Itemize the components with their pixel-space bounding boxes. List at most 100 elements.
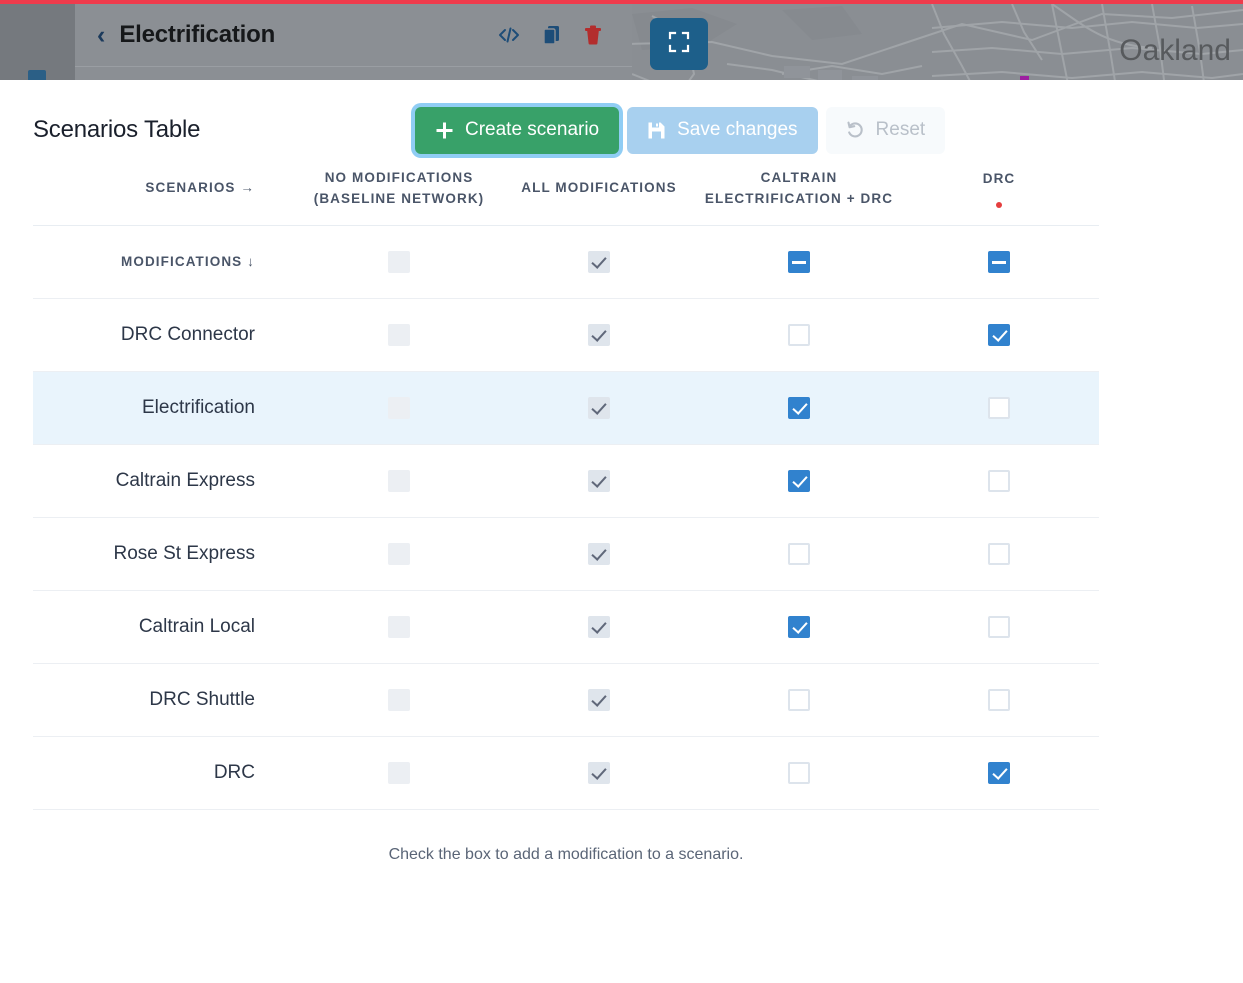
cell-r1-col3[interactable] xyxy=(899,372,1099,445)
cell-group-header-col3[interactable] xyxy=(899,226,1099,299)
save-changes-label: Save changes xyxy=(677,119,797,141)
checkbox-indeterminate[interactable] xyxy=(788,251,810,273)
checkbox-disabled-checked xyxy=(588,470,610,492)
row-label: Caltrain Express xyxy=(33,445,299,518)
checkbox-disabled-checked xyxy=(588,689,610,711)
table-row[interactable]: DRC Connector xyxy=(33,299,1099,372)
plus-icon xyxy=(435,121,454,140)
checkbox-empty[interactable] xyxy=(788,543,810,565)
reset-label: Reset xyxy=(876,119,926,141)
row-label: DRC Shuttle xyxy=(33,664,299,737)
checkbox-checked[interactable] xyxy=(788,470,810,492)
column-header-drc[interactable]: DRC xyxy=(899,154,1099,226)
cell-r0-col0[interactable] xyxy=(299,299,499,372)
cell-r2-col0[interactable] xyxy=(299,445,499,518)
copy-icon[interactable] xyxy=(542,25,562,45)
cell-r6-col1[interactable] xyxy=(499,737,699,810)
trash-icon[interactable] xyxy=(584,25,602,45)
cell-r5-col2[interactable] xyxy=(699,664,899,737)
table-row-group-header: MODIFICATIONS ↓ xyxy=(33,226,1099,299)
checkbox-empty[interactable] xyxy=(988,543,1010,565)
row-label: Electrification xyxy=(33,372,299,445)
table-body: MODIFICATIONS ↓DRC ConnectorElectrificat… xyxy=(33,226,1099,810)
cell-r2-col2[interactable] xyxy=(699,445,899,518)
cell-r6-col2[interactable] xyxy=(699,737,899,810)
cell-r0-col3[interactable] xyxy=(899,299,1099,372)
checkbox-checked[interactable] xyxy=(788,616,810,638)
chevron-left-icon[interactable]: ‹ xyxy=(97,23,105,48)
checkbox-disabled-empty xyxy=(388,689,410,711)
undo-icon xyxy=(846,121,865,140)
checkbox-checked[interactable] xyxy=(988,762,1010,784)
table-row[interactable]: DRC Shuttle xyxy=(33,664,1099,737)
cell-r0-col1[interactable] xyxy=(499,299,699,372)
fullscreen-icon xyxy=(668,31,690,58)
table-row[interactable]: DRC xyxy=(33,737,1099,810)
column-header-all-modifications[interactable]: ALL MODIFICATIONS xyxy=(499,154,699,226)
checkbox-disabled-checked xyxy=(588,762,610,784)
checkbox-empty[interactable] xyxy=(788,689,810,711)
checkbox-checked[interactable] xyxy=(788,397,810,419)
cell-group-header-col0[interactable] xyxy=(299,226,499,299)
table-row[interactable]: Electrification xyxy=(33,372,1099,445)
row-label: Rose St Express xyxy=(33,518,299,591)
checkbox-empty[interactable] xyxy=(988,616,1010,638)
cell-r5-col1[interactable] xyxy=(499,664,699,737)
cell-r1-col2[interactable] xyxy=(699,372,899,445)
checkbox-disabled-checked xyxy=(588,251,610,273)
cell-r2-col3[interactable] xyxy=(899,445,1099,518)
cell-group-header-col2[interactable] xyxy=(699,226,899,299)
scenarios-table-wrap: SCENARIOS → NO MODIFICATIONS (BASELINE N… xyxy=(0,154,1243,864)
table-row[interactable]: Caltrain Local xyxy=(33,591,1099,664)
checkbox-disabled-empty xyxy=(388,616,410,638)
cell-r3-col2[interactable] xyxy=(699,518,899,591)
reset-button[interactable]: Reset xyxy=(826,107,946,154)
scenarios-corner-header: SCENARIOS → xyxy=(33,154,299,226)
checkbox-empty[interactable] xyxy=(788,762,810,784)
table-row[interactable]: Rose St Express xyxy=(33,518,1099,591)
cell-r2-col1[interactable] xyxy=(499,445,699,518)
table-help-note: Check the box to add a modification to a… xyxy=(33,810,1099,864)
cell-r4-col3[interactable] xyxy=(899,591,1099,664)
checkbox-disabled-checked xyxy=(588,397,610,419)
checkbox-checked[interactable] xyxy=(988,324,1010,346)
checkbox-disabled-empty xyxy=(388,324,410,346)
table-header-row: SCENARIOS → NO MODIFICATIONS (BASELINE N… xyxy=(33,154,1099,226)
cell-r5-col3[interactable] xyxy=(899,664,1099,737)
column-header-no-modifications[interactable]: NO MODIFICATIONS (BASELINE NETWORK) xyxy=(299,154,499,226)
save-icon xyxy=(647,121,666,140)
scenarios-table: SCENARIOS → NO MODIFICATIONS (BASELINE N… xyxy=(33,154,1099,810)
checkbox-empty[interactable] xyxy=(988,397,1010,419)
table-row[interactable]: Caltrain Express xyxy=(33,445,1099,518)
checkbox-empty[interactable] xyxy=(988,689,1010,711)
column-header-label: CALTRAIN ELECTRIFICATION + DRC xyxy=(705,170,893,206)
cell-r3-col1[interactable] xyxy=(499,518,699,591)
fullscreen-button[interactable] xyxy=(650,18,708,70)
cell-r4-col0[interactable] xyxy=(299,591,499,664)
create-scenario-button[interactable]: Create scenario xyxy=(415,107,619,154)
table-head: SCENARIOS → NO MODIFICATIONS (BASELINE N… xyxy=(33,154,1099,226)
checkbox-disabled-empty xyxy=(388,397,410,419)
checkbox-empty[interactable] xyxy=(988,470,1010,492)
cell-group-header-col1[interactable] xyxy=(499,226,699,299)
panel-header: ‹ Electrification xyxy=(75,4,632,67)
code-icon[interactable] xyxy=(498,27,520,43)
cell-r6-col0[interactable] xyxy=(299,737,499,810)
column-header-caltrain-electrification-drc[interactable]: CALTRAIN ELECTRIFICATION + DRC xyxy=(699,154,899,226)
cell-r1-col0[interactable] xyxy=(299,372,499,445)
checkbox-indeterminate[interactable] xyxy=(988,251,1010,273)
cell-r6-col3[interactable] xyxy=(899,737,1099,810)
cell-r0-col2[interactable] xyxy=(699,299,899,372)
checkbox-empty[interactable] xyxy=(788,324,810,346)
column-header-label: DRC xyxy=(983,171,1016,186)
cell-r4-col1[interactable] xyxy=(499,591,699,664)
scenarios-table-modal: Scenarios Table Create scenario xyxy=(0,80,1243,983)
cell-r3-col0[interactable] xyxy=(299,518,499,591)
create-scenario-label: Create scenario xyxy=(465,119,599,141)
save-changes-button[interactable]: Save changes xyxy=(627,107,817,154)
cell-r4-col2[interactable] xyxy=(699,591,899,664)
cell-r1-col1[interactable] xyxy=(499,372,699,445)
cell-r3-col3[interactable] xyxy=(899,518,1099,591)
column-header-label: ALL MODIFICATIONS xyxy=(521,180,676,195)
cell-r5-col0[interactable] xyxy=(299,664,499,737)
